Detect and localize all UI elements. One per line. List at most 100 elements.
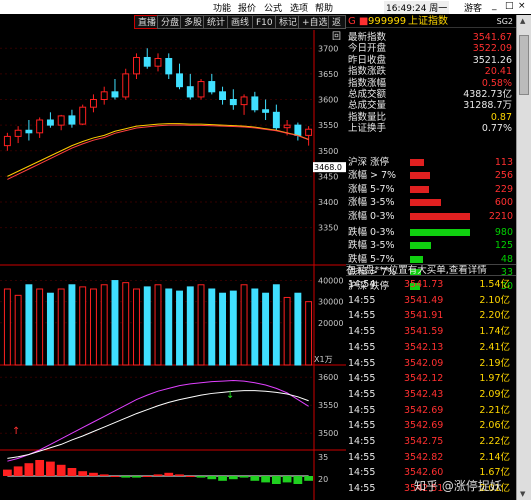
candle-body [133,56,140,75]
macd-bar [304,476,313,481]
scrollbar[interactable]: ▲ ▼ [516,15,531,500]
volume-bar [46,292,54,366]
scroll-up-icon[interactable]: ▲ [520,17,525,25]
quote-label: 今日开盘 [348,43,387,55]
tick-price: 3541.59 [404,326,444,338]
breadth-count: 125 [494,240,513,252]
quote-value: 3521.26 [472,54,512,66]
quote-row: 总成交量 31288.7万 [348,100,514,111]
candle-body [208,81,216,93]
back-button[interactable]: 返回 [328,15,346,42]
macd-bar [13,466,23,476]
tick-volume: 1.97亿 [479,373,510,385]
quote-row: 指数涨幅 0.58% [348,78,514,89]
index-code: 999999 [368,16,407,27]
macd-bar [175,474,184,476]
quote-value: 4382.73亿 [463,89,512,100]
minimize-icon[interactable]: _ [492,1,497,11]
tick-time: 14:55 [348,483,376,495]
volume-bar [186,286,194,366]
volume-bar [25,284,33,366]
breadth-label: 涨幅 > 7% [348,170,397,182]
menu-function[interactable]: 功能 [213,1,231,14]
breadth-count: 2210 [488,210,513,222]
menu-options[interactable]: 选项 [290,1,308,14]
macd-bar [46,461,55,476]
draw-button[interactable]: 画线 [227,15,254,29]
candle-body [14,129,22,137]
breadth-label: 涨幅 5-7% [348,183,395,195]
macd-bar [218,476,227,481]
candle-body [89,99,97,108]
volume-bar [197,284,205,366]
indicator-line [7,380,309,462]
close-icon[interactable]: × [518,1,526,11]
tick-time: 14:55 [348,326,376,338]
big-order-alert[interactable]: 在买盘***位置有大买单,查看详情 [346,264,516,276]
vol-tick-label: 20000 [318,319,343,328]
tick-time: 14:55 [348,467,376,479]
y-tick-label: 3700 [318,44,338,53]
indicator-line [7,390,309,459]
sg2-tag: SG2 [496,17,513,26]
title-bar: 功能 报价 公式 选项 帮助 16:49:24 周一 游客 _ □ × [0,0,531,14]
tick-time: 14:55 [348,420,376,432]
quote-row: 指数量比 0.87 [348,112,514,123]
breadth-count: 600 [494,197,513,209]
macd-bar [293,476,303,484]
candle-body [3,135,11,147]
volume-bar [305,301,313,366]
y-tick-label: 3650 [318,70,338,79]
scroll-down-icon[interactable]: ▼ [520,490,525,498]
volume-bar [229,290,237,366]
breadth-label: 跌幅 3-5% [348,240,395,252]
quote-panel: G ■ 999999 上证指数 SG2 最新指数 3541.67 今日开盘 3522.… [346,15,516,500]
add-watchlist-button[interactable]: +自选 [298,15,332,29]
maximize-icon[interactable]: □ [505,1,514,11]
tick-volume: 2.41亿 [479,341,510,353]
candle-body [197,81,205,98]
y-tick-label: 3500 [318,147,338,156]
tick-row: 14:55 3541.59 1.74亿 [346,326,512,338]
tick-row: 14:54 3541.73 1.54亿 [346,279,512,291]
f10-button[interactable]: F10 [252,15,277,29]
tick-price: 3541.91 [404,310,444,322]
candle-body [165,58,173,75]
stats-button[interactable]: 统计 [203,15,230,29]
menu-quote[interactable]: 报价 [238,1,256,14]
quote-row: 今日开盘 3522.09 [348,43,514,54]
kline-chart[interactable]: ↑ ↓ 3700 3650 3600 3550 3500 3450 3400 3350 3468.… [0,30,346,500]
tick-time: 14:54 [348,279,376,290]
quote-label: 上证换手 [348,123,387,135]
tick-price: 3542.69 [404,404,444,416]
ma-line [7,123,309,177]
menu-help[interactable]: 帮助 [315,1,333,14]
candle-body [79,106,87,125]
volume-bar [272,284,280,366]
tick-volume: 2.10亿 [479,294,510,306]
tick-row: 14:55 3542.43 2.09亿 [346,389,512,401]
watermark: 知乎 @涨停捉妖 [414,479,502,493]
macd-tick-label: 20 [318,475,328,484]
tick-row: 14:55 3541.91 2.20亿 [346,310,512,322]
macd-tick-label: 35 [318,453,328,462]
candle-body [251,96,259,111]
macd-bar [56,464,66,476]
tick-row: 14:55 3542.09 2.19亿 [346,358,512,370]
tick-time: 14:55 [348,451,376,463]
quote-label: 总成交量 [348,100,387,112]
breadth-label: 涨幅 3-5% [348,197,395,209]
volume-bar [219,292,227,366]
quote-value: 0.77% [481,123,512,135]
tick-price: 3542.69 [404,420,444,432]
menu-formula[interactable]: 公式 [264,1,282,14]
tick-time: 14:55 [348,436,376,447]
macd-bar [132,476,141,478]
volume-bar [100,284,108,366]
tick-price: 3541.73 [404,279,444,290]
vol-unit: X1万 [314,355,333,364]
tick-row: 14:55 3542.75 2.22亿 [346,436,512,448]
tick-time: 14:55 [348,294,376,306]
candle-body [272,111,280,129]
scroll-thumb[interactable] [519,35,529,95]
